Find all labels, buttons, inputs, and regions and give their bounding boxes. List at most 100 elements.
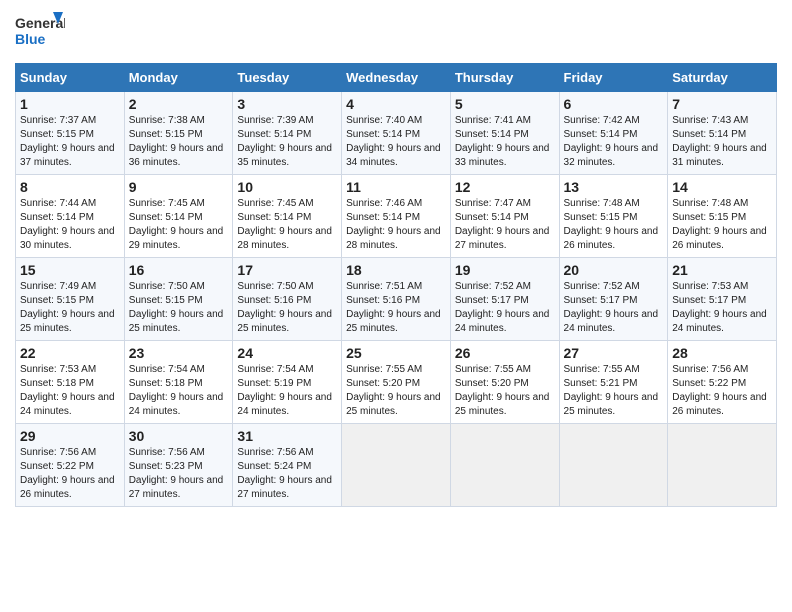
day-number: 24 bbox=[237, 345, 337, 361]
day-number: 15 bbox=[20, 262, 120, 278]
day-info: Sunrise: 7:44 AMSunset: 5:14 PMDaylight:… bbox=[20, 198, 115, 251]
header-friday: Friday bbox=[559, 64, 668, 92]
day-number: 5 bbox=[455, 96, 555, 112]
day-number: 26 bbox=[455, 345, 555, 361]
header-wednesday: Wednesday bbox=[342, 64, 451, 92]
day-number: 31 bbox=[237, 428, 337, 444]
day-info: Sunrise: 7:48 AMSunset: 5:15 PMDaylight:… bbox=[672, 198, 767, 251]
day-info: Sunrise: 7:39 AMSunset: 5:14 PMDaylight:… bbox=[237, 115, 332, 168]
day-info: Sunrise: 7:55 AMSunset: 5:20 PMDaylight:… bbox=[346, 364, 441, 417]
day-number: 9 bbox=[129, 179, 229, 195]
day-info: Sunrise: 7:53 AMSunset: 5:18 PMDaylight:… bbox=[20, 364, 115, 417]
day-info: Sunrise: 7:37 AMSunset: 5:15 PMDaylight:… bbox=[20, 115, 115, 168]
day-number: 18 bbox=[346, 262, 446, 278]
day-info: Sunrise: 7:43 AMSunset: 5:14 PMDaylight:… bbox=[672, 115, 767, 168]
calendar-table: SundayMondayTuesdayWednesdayThursdayFrid… bbox=[15, 63, 777, 507]
day-number: 12 bbox=[455, 179, 555, 195]
day-info: Sunrise: 7:53 AMSunset: 5:17 PMDaylight:… bbox=[672, 281, 767, 334]
day-info: Sunrise: 7:52 AMSunset: 5:17 PMDaylight:… bbox=[564, 281, 659, 334]
calendar-day-30: 30 Sunrise: 7:56 AMSunset: 5:23 PMDaylig… bbox=[124, 424, 233, 507]
day-number: 19 bbox=[455, 262, 555, 278]
calendar-day-4: 4 Sunrise: 7:40 AMSunset: 5:14 PMDayligh… bbox=[342, 92, 451, 175]
day-info: Sunrise: 7:55 AMSunset: 5:21 PMDaylight:… bbox=[564, 364, 659, 417]
day-number: 23 bbox=[129, 345, 229, 361]
calendar-day-2: 2 Sunrise: 7:38 AMSunset: 5:15 PMDayligh… bbox=[124, 92, 233, 175]
day-info: Sunrise: 7:46 AMSunset: 5:14 PMDaylight:… bbox=[346, 198, 441, 251]
header-thursday: Thursday bbox=[450, 64, 559, 92]
day-number: 7 bbox=[672, 96, 772, 112]
day-info: Sunrise: 7:50 AMSunset: 5:15 PMDaylight:… bbox=[129, 281, 224, 334]
day-info: Sunrise: 7:48 AMSunset: 5:15 PMDaylight:… bbox=[564, 198, 659, 251]
day-info: Sunrise: 7:54 AMSunset: 5:18 PMDaylight:… bbox=[129, 364, 224, 417]
calendar-day-19: 19 Sunrise: 7:52 AMSunset: 5:17 PMDaylig… bbox=[450, 258, 559, 341]
calendar-day-11: 11 Sunrise: 7:46 AMSunset: 5:14 PMDaylig… bbox=[342, 175, 451, 258]
calendar-day-15: 15 Sunrise: 7:49 AMSunset: 5:15 PMDaylig… bbox=[16, 258, 125, 341]
calendar-day-5: 5 Sunrise: 7:41 AMSunset: 5:14 PMDayligh… bbox=[450, 92, 559, 175]
day-info: Sunrise: 7:56 AMSunset: 5:22 PMDaylight:… bbox=[672, 364, 767, 417]
calendar-day-1: 1 Sunrise: 7:37 AMSunset: 5:15 PMDayligh… bbox=[16, 92, 125, 175]
calendar-day-29: 29 Sunrise: 7:56 AMSunset: 5:22 PMDaylig… bbox=[16, 424, 125, 507]
header-saturday: Saturday bbox=[668, 64, 777, 92]
day-info: Sunrise: 7:54 AMSunset: 5:19 PMDaylight:… bbox=[237, 364, 332, 417]
day-info: Sunrise: 7:41 AMSunset: 5:14 PMDaylight:… bbox=[455, 115, 550, 168]
day-info: Sunrise: 7:51 AMSunset: 5:16 PMDaylight:… bbox=[346, 281, 441, 334]
day-info: Sunrise: 7:52 AMSunset: 5:17 PMDaylight:… bbox=[455, 281, 550, 334]
day-number: 8 bbox=[20, 179, 120, 195]
calendar-day-7: 7 Sunrise: 7:43 AMSunset: 5:14 PMDayligh… bbox=[668, 92, 777, 175]
day-info: Sunrise: 7:45 AMSunset: 5:14 PMDaylight:… bbox=[129, 198, 224, 251]
header-row: SundayMondayTuesdayWednesdayThursdayFrid… bbox=[16, 64, 777, 92]
day-info: Sunrise: 7:55 AMSunset: 5:20 PMDaylight:… bbox=[455, 364, 550, 417]
day-info: Sunrise: 7:38 AMSunset: 5:15 PMDaylight:… bbox=[129, 115, 224, 168]
day-number: 13 bbox=[564, 179, 664, 195]
day-number: 6 bbox=[564, 96, 664, 112]
calendar-day-8: 8 Sunrise: 7:44 AMSunset: 5:14 PMDayligh… bbox=[16, 175, 125, 258]
calendar-day-6: 6 Sunrise: 7:42 AMSunset: 5:14 PMDayligh… bbox=[559, 92, 668, 175]
page-header: General Blue bbox=[15, 10, 777, 55]
header-monday: Monday bbox=[124, 64, 233, 92]
calendar-day-28: 28 Sunrise: 7:56 AMSunset: 5:22 PMDaylig… bbox=[668, 341, 777, 424]
day-number: 14 bbox=[672, 179, 772, 195]
page-container: General Blue SundayMondayTuesdayWednesda… bbox=[0, 0, 792, 517]
calendar-day-13: 13 Sunrise: 7:48 AMSunset: 5:15 PMDaylig… bbox=[559, 175, 668, 258]
calendar-day-31: 31 Sunrise: 7:56 AMSunset: 5:24 PMDaylig… bbox=[233, 424, 342, 507]
calendar-day-27: 27 Sunrise: 7:55 AMSunset: 5:21 PMDaylig… bbox=[559, 341, 668, 424]
day-number: 1 bbox=[20, 96, 120, 112]
day-number: 4 bbox=[346, 96, 446, 112]
day-info: Sunrise: 7:40 AMSunset: 5:14 PMDaylight:… bbox=[346, 115, 441, 168]
day-number: 22 bbox=[20, 345, 120, 361]
day-number: 29 bbox=[20, 428, 120, 444]
day-number: 20 bbox=[564, 262, 664, 278]
empty-cell bbox=[342, 424, 451, 507]
header-sunday: Sunday bbox=[16, 64, 125, 92]
calendar-day-12: 12 Sunrise: 7:47 AMSunset: 5:14 PMDaylig… bbox=[450, 175, 559, 258]
calendar-week-2: 8 Sunrise: 7:44 AMSunset: 5:14 PMDayligh… bbox=[16, 175, 777, 258]
calendar-day-3: 3 Sunrise: 7:39 AMSunset: 5:14 PMDayligh… bbox=[233, 92, 342, 175]
day-number: 21 bbox=[672, 262, 772, 278]
day-number: 2 bbox=[129, 96, 229, 112]
day-number: 25 bbox=[346, 345, 446, 361]
day-info: Sunrise: 7:49 AMSunset: 5:15 PMDaylight:… bbox=[20, 281, 115, 334]
svg-text:Blue: Blue bbox=[15, 31, 46, 47]
calendar-day-24: 24 Sunrise: 7:54 AMSunset: 5:19 PMDaylig… bbox=[233, 341, 342, 424]
day-info: Sunrise: 7:45 AMSunset: 5:14 PMDaylight:… bbox=[237, 198, 332, 251]
day-info: Sunrise: 7:47 AMSunset: 5:14 PMDaylight:… bbox=[455, 198, 550, 251]
calendar-day-23: 23 Sunrise: 7:54 AMSunset: 5:18 PMDaylig… bbox=[124, 341, 233, 424]
day-info: Sunrise: 7:50 AMSunset: 5:16 PMDaylight:… bbox=[237, 281, 332, 334]
day-number: 30 bbox=[129, 428, 229, 444]
empty-cell bbox=[668, 424, 777, 507]
logo-svg: General Blue bbox=[15, 10, 65, 55]
day-number: 3 bbox=[237, 96, 337, 112]
day-number: 11 bbox=[346, 179, 446, 195]
calendar-day-9: 9 Sunrise: 7:45 AMSunset: 5:14 PMDayligh… bbox=[124, 175, 233, 258]
empty-cell bbox=[559, 424, 668, 507]
calendar-day-22: 22 Sunrise: 7:53 AMSunset: 5:18 PMDaylig… bbox=[16, 341, 125, 424]
day-number: 10 bbox=[237, 179, 337, 195]
calendar-day-25: 25 Sunrise: 7:55 AMSunset: 5:20 PMDaylig… bbox=[342, 341, 451, 424]
logo: General Blue bbox=[15, 10, 65, 55]
calendar-day-17: 17 Sunrise: 7:50 AMSunset: 5:16 PMDaylig… bbox=[233, 258, 342, 341]
calendar-week-5: 29 Sunrise: 7:56 AMSunset: 5:22 PMDaylig… bbox=[16, 424, 777, 507]
calendar-day-21: 21 Sunrise: 7:53 AMSunset: 5:17 PMDaylig… bbox=[668, 258, 777, 341]
calendar-day-18: 18 Sunrise: 7:51 AMSunset: 5:16 PMDaylig… bbox=[342, 258, 451, 341]
day-number: 28 bbox=[672, 345, 772, 361]
day-info: Sunrise: 7:56 AMSunset: 5:24 PMDaylight:… bbox=[237, 447, 332, 500]
